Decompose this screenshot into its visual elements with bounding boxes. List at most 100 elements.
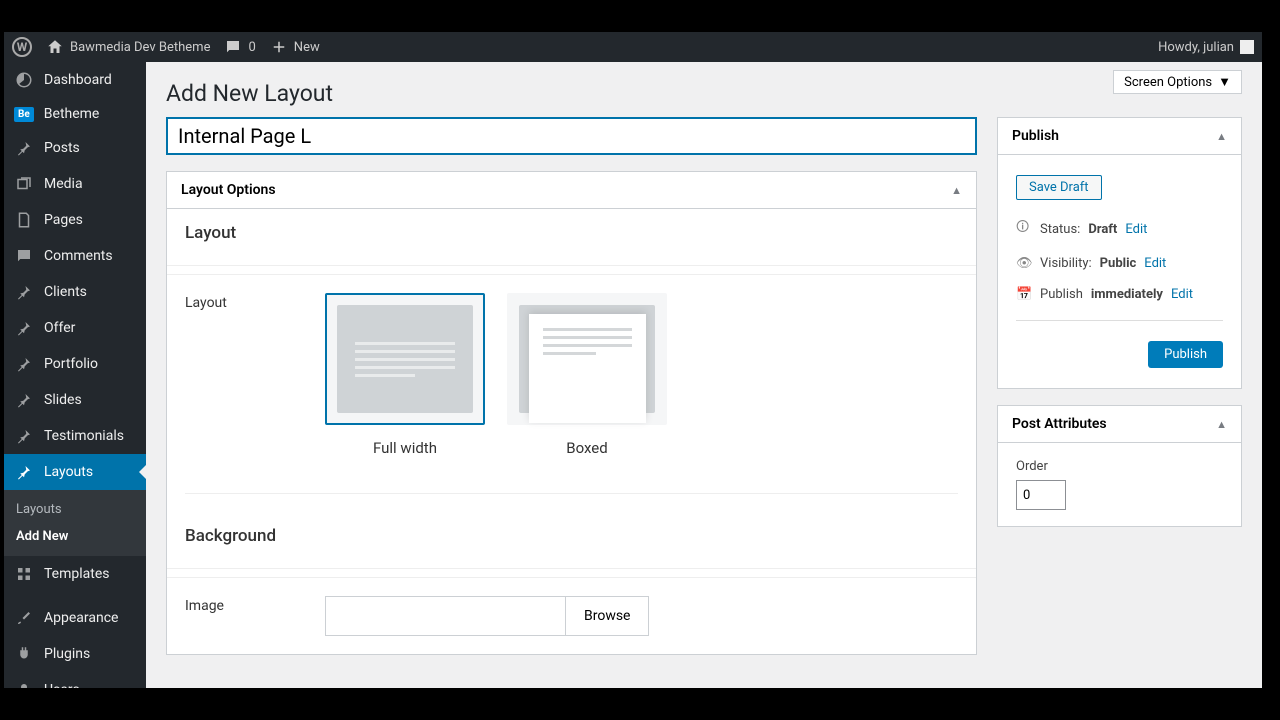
status-label: Status: [1040,222,1080,237]
sidebar-item-label: Offer [44,320,75,336]
divider [167,568,976,569]
sidebar-item-label: Posts [44,140,80,156]
sidebar-item-label: Comments [44,248,113,264]
layout-row-label: Layout [185,293,325,457]
sidebar-item-label: Media [44,176,83,192]
brush-icon [14,608,34,628]
page-icon [14,210,34,230]
visibility-value: Public [1100,256,1137,271]
sidebar-item-users[interactable]: Users [4,672,146,688]
sidebar-item-media[interactable]: Media [4,166,146,202]
layout-title-input[interactable] [166,117,977,155]
chevron-up-icon[interactable]: ▲ [1216,418,1227,431]
sidebar-item-label: Pages [44,212,83,228]
submenu-item-add-new[interactable]: Add New [4,523,146,550]
visibility-row: 👁 Visibility: Public Edit [1016,248,1223,279]
sidebar-item-testimonials[interactable]: Testimonials [4,418,146,454]
browse-button[interactable]: Browse [565,596,649,636]
eye-icon: 👁 [1016,256,1032,271]
schedule-row: 📅 Publish immediately Edit [1016,279,1223,310]
pin-icon [14,354,34,374]
save-draft-button[interactable]: Save Draft [1016,175,1102,200]
sidebar-item-label: Templates [44,566,110,582]
full-width-thumb [325,293,485,425]
publish-panel: Publish ▲ Save Draft 🛈 Status: Draft Edi… [997,117,1242,389]
layout-option-boxed[interactable]: Boxed [507,293,667,457]
site-name-link[interactable]: Bawmedia Dev Betheme [46,38,210,56]
sidebar-item-comments[interactable]: Comments [4,238,146,274]
layout-options-header[interactable]: Layout Options ▲ [167,172,976,209]
divider [167,265,976,266]
sidebar-item-pages[interactable]: Pages [4,202,146,238]
section-background-title: Background [167,512,976,560]
chevron-up-icon[interactable]: ▲ [1216,130,1227,143]
pin-icon [14,318,34,338]
sidebar-item-posts[interactable]: Posts [4,130,146,166]
order-label: Order [1016,459,1223,474]
comments-link[interactable]: 0 [224,38,255,56]
post-attributes-header[interactable]: Post Attributes ▲ [998,406,1241,443]
key-icon: 🛈 [1016,218,1032,240]
divider [185,493,958,494]
sidebar-item-label: Appearance [44,610,118,626]
wordpress-icon: W [12,37,32,57]
howdy-text: Howdy, julian [1158,40,1234,55]
publish-button[interactable]: Publish [1148,341,1223,368]
plus-icon [270,38,288,56]
sidebar-item-label: Betheme [44,106,100,122]
comment-icon [224,38,242,56]
chevron-up-icon[interactable]: ▲ [951,184,962,197]
sidebar-item-label: Portfolio [44,356,98,372]
user-menu[interactable]: Howdy, julian [1158,40,1254,55]
edit-schedule-link[interactable]: Edit [1171,287,1193,302]
publish-header[interactable]: Publish ▲ [998,118,1241,155]
screen-options-toggle[interactable]: Screen Options ▼ [1113,70,1242,94]
new-label: New [294,40,320,55]
sidebar-item-betheme[interactable]: Be Betheme [4,98,146,130]
sidebar-item-layouts[interactable]: Layouts [4,454,146,490]
edit-status-link[interactable]: Edit [1125,222,1147,237]
pin-icon [14,138,34,158]
edit-visibility-link[interactable]: Edit [1144,256,1166,271]
sidebar-item-label: Dashboard [44,72,112,88]
calendar-icon: 📅 [1016,287,1032,302]
sidebar-item-label: Slides [44,392,82,408]
order-input[interactable] [1016,480,1066,510]
betheme-icon: Be [14,107,34,122]
pin-icon [14,390,34,410]
dashboard-icon [14,70,34,90]
page-title: Add New Layout [166,62,1242,117]
plug-icon [14,644,34,664]
layout-options-title: Layout Options [181,182,276,198]
full-width-label: Full width [325,439,485,457]
layout-option-full-width[interactable]: Full width [325,293,485,457]
background-image-input[interactable] [325,596,565,636]
publish-value: immediately [1091,287,1163,302]
sidebar-item-templates[interactable]: Templates [4,556,146,592]
grid-icon [14,564,34,584]
wp-logo-menu[interactable]: W [12,37,32,57]
status-row: 🛈 Status: Draft Edit [1016,210,1223,248]
sidebar-item-plugins[interactable]: Plugins [4,636,146,672]
sidebar-item-dashboard[interactable]: Dashboard [4,62,146,98]
sidebar-item-portfolio[interactable]: Portfolio [4,346,146,382]
sidebar-item-label: Layouts [44,464,93,480]
content-area: Screen Options ▼ Add New Layout Layout O… [146,62,1262,688]
layout-options-panel: Layout Options ▲ Layout Layout Ful [166,171,977,655]
submenu-item-layouts[interactable]: Layouts [4,496,146,523]
boxed-thumb [507,293,667,425]
chevron-down-icon: ▼ [1218,74,1231,90]
sidebar-item-label: Users [44,682,80,688]
post-attributes-title: Post Attributes [1012,416,1107,432]
sidebar-item-offer[interactable]: Offer [4,310,146,346]
boxed-label: Boxed [507,439,667,457]
sidebar-item-clients[interactable]: Clients [4,274,146,310]
site-name-text: Bawmedia Dev Betheme [70,40,210,55]
sidebar-item-slides[interactable]: Slides [4,382,146,418]
pin-icon [14,462,34,482]
new-content-link[interactable]: New [270,38,320,56]
pin-icon [14,426,34,446]
visibility-label: Visibility: [1040,256,1092,271]
sidebar-item-appearance[interactable]: Appearance [4,600,146,636]
comments-count: 0 [248,40,255,55]
